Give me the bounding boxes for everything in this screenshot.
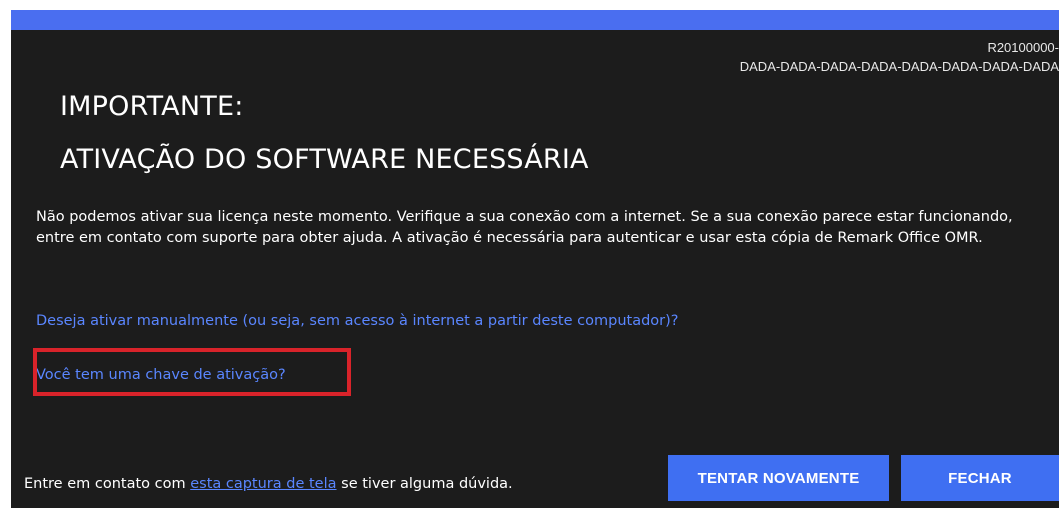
serial-number: R20100000- DADA-DADA-DADA-DADA-DADA-DADA… — [740, 38, 1059, 76]
close-button[interactable]: FECHAR — [901, 455, 1059, 501]
heading-important: IMPORTANTE: — [60, 91, 244, 122]
error-message: Não podemos ativar sua licença neste mom… — [36, 209, 1013, 246]
footer-prefix: Entre em contato com — [24, 476, 191, 492]
screenshot-link[interactable]: esta captura de tela — [190, 476, 336, 492]
retry-button[interactable]: TENTAR NOVAMENTE — [668, 455, 889, 501]
activation-key-highlight-box — [33, 348, 351, 396]
activation-dialog: R20100000- DADA-DADA-DADA-DADA-DADA-DADA… — [11, 30, 1059, 508]
manual-activation-link[interactable]: Deseja ativar manualmente (ou seja, sem … — [36, 313, 678, 329]
serial-line-1: R20100000- — [987, 40, 1059, 55]
serial-line-2: DADA-DADA-DADA-DADA-DADA-DADA-DADA-DADA — [739, 59, 1059, 74]
footer-suffix: se tiver alguma dúvida. — [336, 476, 513, 492]
heading-activation-required: ATIVAÇÃO DO SOFTWARE NECESSÁRIA — [60, 144, 589, 175]
footer-contact-text: Entre em contato com esta captura de tel… — [24, 476, 513, 492]
window-title-bar — [11, 10, 1059, 30]
